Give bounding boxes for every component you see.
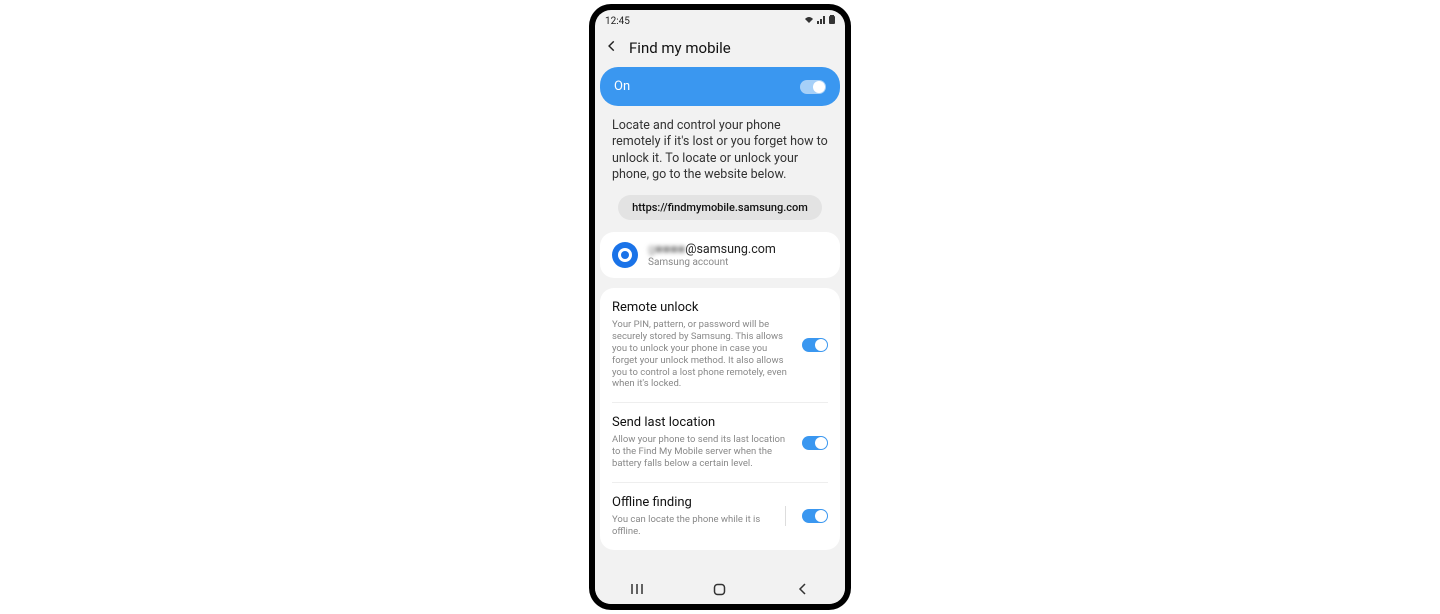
- account-subtitle: Samsung account: [648, 257, 776, 268]
- home-button[interactable]: [712, 581, 728, 597]
- setting-title: Remote unlock: [612, 300, 792, 315]
- wifi-icon: [804, 16, 814, 27]
- setting-desc: Allow your phone to send its last locati…: [612, 434, 792, 470]
- setting-title: Offline finding: [612, 495, 775, 510]
- offline-finding-switch[interactable]: [802, 509, 828, 523]
- setting-remote-unlock[interactable]: Remote unlock Your PIN, pattern, or pass…: [612, 288, 828, 402]
- account-email-redacted: g■■■■: [648, 242, 685, 257]
- screen: 12:45 Find my mobile On: [595, 10, 845, 604]
- master-toggle-label: On: [614, 79, 630, 94]
- back-button[interactable]: [795, 581, 811, 597]
- account-avatar-icon: [612, 242, 638, 268]
- android-nav-bar: [595, 574, 845, 604]
- clock: 12:45: [605, 16, 630, 27]
- setting-offline-finding[interactable]: Offline finding You can locate the phone…: [612, 482, 828, 550]
- recents-button[interactable]: [629, 581, 645, 597]
- description-text: Locate and control your phone remotely i…: [600, 118, 840, 195]
- account-email-domain: @samsung.com: [685, 242, 776, 257]
- page-header: Find my mobile: [595, 32, 845, 67]
- send-last-location-switch[interactable]: [802, 436, 828, 450]
- phone-frame: 12:45 Find my mobile On: [589, 4, 851, 610]
- master-toggle-switch[interactable]: [800, 80, 826, 94]
- signal-icon: [817, 16, 826, 27]
- setting-send-last-location[interactable]: Send last location Allow your phone to s…: [612, 402, 828, 482]
- back-icon[interactable]: [605, 38, 619, 57]
- master-toggle-row[interactable]: On: [600, 67, 840, 106]
- vertical-divider: [785, 506, 786, 526]
- content-scroll: On Locate and control your phone remotel…: [595, 67, 845, 574]
- status-icons: [804, 15, 835, 27]
- settings-card: Remote unlock Your PIN, pattern, or pass…: [600, 288, 840, 550]
- setting-desc: Your PIN, pattern, or password will be s…: [612, 319, 792, 390]
- battery-icon: [829, 15, 835, 27]
- url-chip[interactable]: https://findmymobile.samsung.com: [618, 195, 822, 220]
- account-email: g■■■■@samsung.com: [648, 242, 776, 257]
- status-bar: 12:45: [595, 10, 845, 32]
- account-text: g■■■■@samsung.com Samsung account: [648, 242, 776, 268]
- remote-unlock-switch[interactable]: [802, 338, 828, 352]
- page-title: Find my mobile: [629, 39, 731, 57]
- setting-title: Send last location: [612, 415, 792, 430]
- setting-desc: You can locate the phone while it is off…: [612, 514, 775, 538]
- account-row[interactable]: g■■■■@samsung.com Samsung account: [600, 232, 840, 278]
